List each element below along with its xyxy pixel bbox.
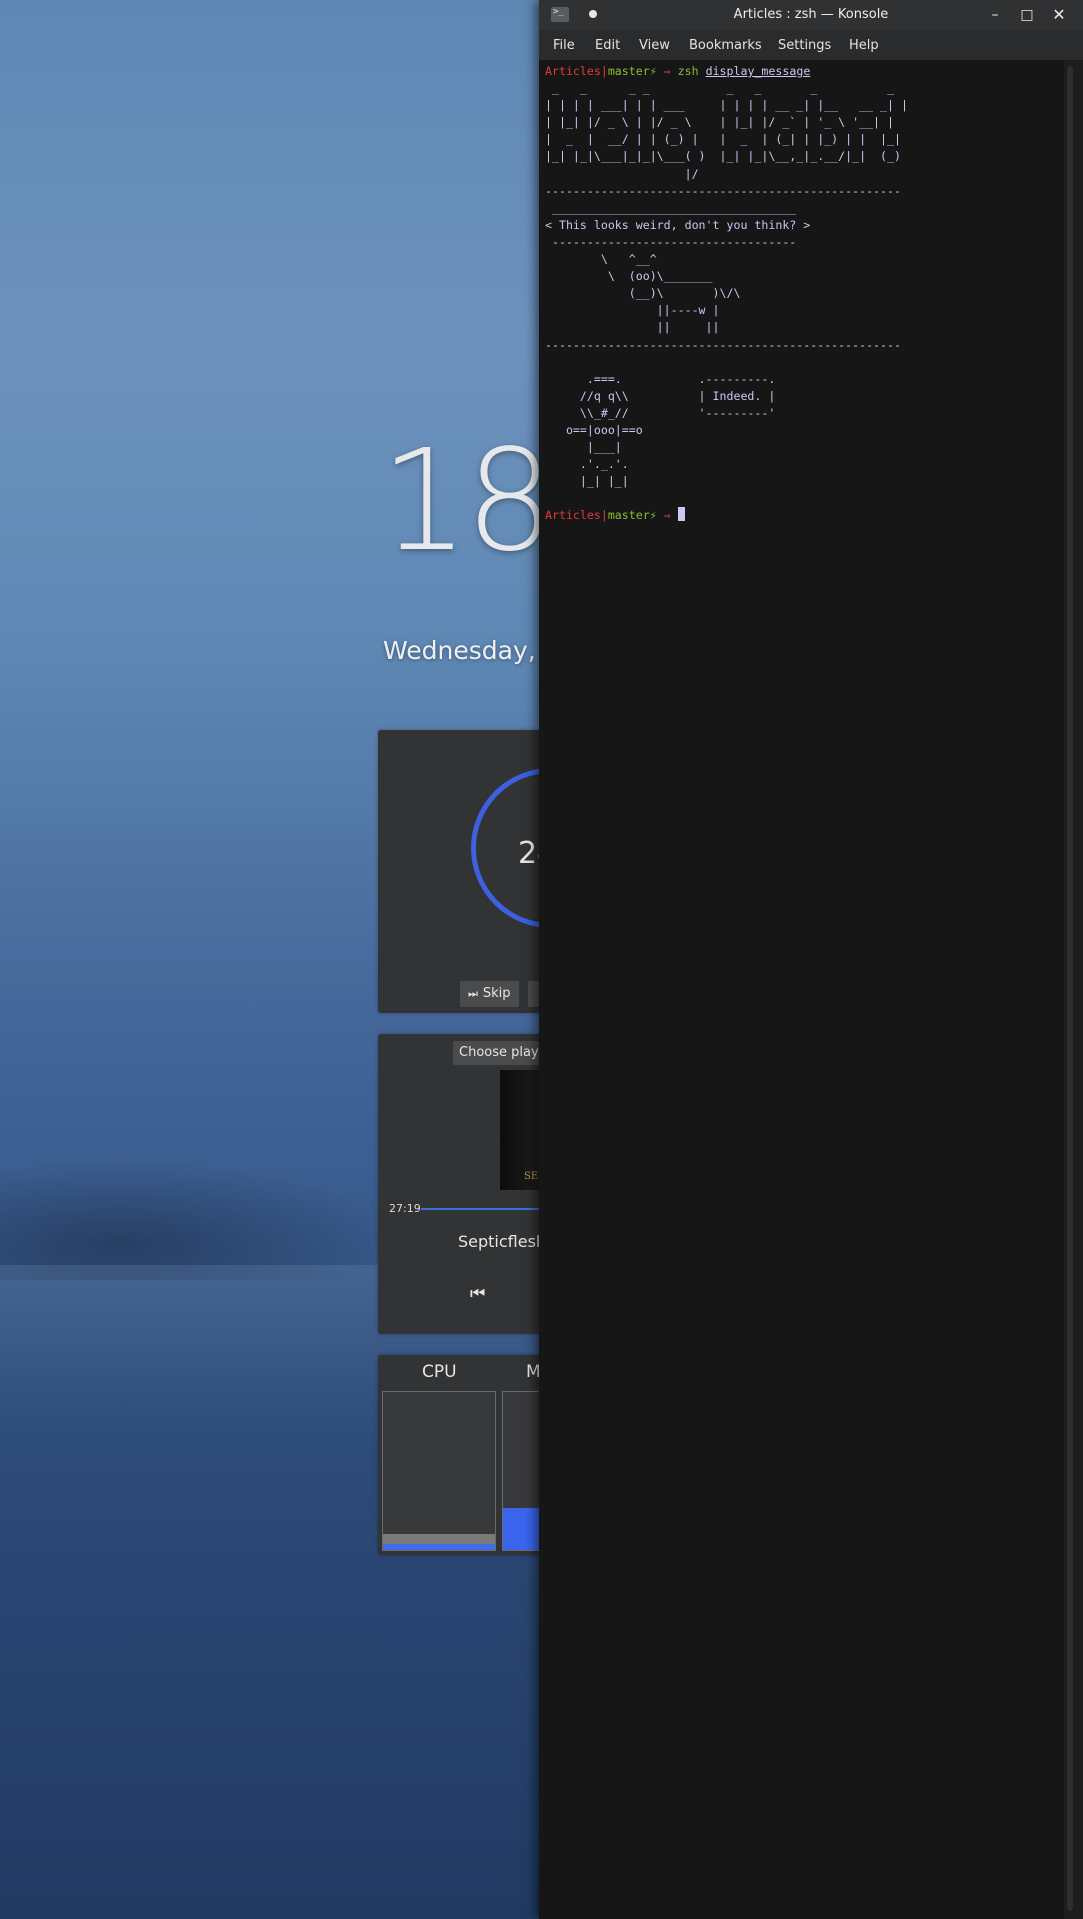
elapsed-time: 27:19 bbox=[389, 1202, 421, 1215]
minimize-icon[interactable]: – bbox=[985, 5, 1005, 25]
cpu-label: CPU bbox=[422, 1362, 457, 1382]
menu-view[interactable]: View bbox=[639, 38, 670, 53]
prompt-line: Articles|master⚡ ⇒ zsh display_message bbox=[545, 64, 810, 78]
previous-track-icon[interactable]: ⏮ bbox=[470, 1284, 485, 1304]
terminal-area[interactable]: Articles|master⚡ ⇒ zsh display_message _… bbox=[539, 60, 1064, 1919]
cpu-usage-fill bbox=[383, 1544, 495, 1550]
skip-icon: ⏭ bbox=[468, 987, 478, 1000]
menu-bookmarks[interactable]: Bookmarks bbox=[689, 38, 762, 53]
wallpaper-treeline bbox=[0, 1160, 400, 1280]
menu-settings[interactable]: Settings bbox=[778, 38, 831, 53]
lockscreen-date: Wednesday, bbox=[383, 636, 536, 665]
track-progress-bar[interactable] bbox=[421, 1208, 541, 1210]
menu-edit[interactable]: Edit bbox=[595, 38, 620, 53]
scrollbar-thumb[interactable] bbox=[1067, 66, 1073, 1911]
konsole-window: >_ Articles : zsh — Konsole – □ ✕ File E… bbox=[539, 0, 1083, 1919]
maximize-icon[interactable]: □ bbox=[1017, 5, 1037, 25]
text-cursor bbox=[677, 507, 685, 522]
menu-help[interactable]: Help bbox=[849, 38, 879, 53]
menu-file[interactable]: File bbox=[553, 38, 575, 53]
menubar: File Edit View Bookmarks Settings Help bbox=[539, 30, 1083, 60]
prompt-arrow: ⇒ bbox=[656, 508, 678, 523]
prompt-dir: Articles bbox=[545, 64, 601, 78]
prompt-separator: | bbox=[600, 508, 608, 523]
prompt-dir: Articles bbox=[545, 508, 601, 523]
prompt-command: zsh bbox=[677, 64, 699, 78]
command-output: _ _ _ _ _ _ _ _ | | | | ___| | | ___ | |… bbox=[545, 81, 908, 489]
prompt-argument: display_message bbox=[705, 64, 811, 78]
terminal-content: Articles|master⚡ ⇒ zsh display_message _… bbox=[545, 63, 908, 525]
skip-label: Skip bbox=[482, 986, 511, 1001]
skip-button[interactable]: ⏭ Skip bbox=[460, 981, 519, 1007]
cpu-usage-graph bbox=[382, 1391, 496, 1551]
prompt-branch: master⚡ bbox=[607, 64, 657, 78]
close-icon[interactable]: ✕ bbox=[1049, 5, 1069, 25]
prompt-arrow: ⇒ bbox=[656, 64, 678, 78]
prompt-separator: | bbox=[600, 64, 608, 78]
prompt-branch: master⚡ bbox=[607, 508, 657, 523]
cpu-usage-grey-band bbox=[383, 1534, 495, 1544]
window-titlebar[interactable]: >_ Articles : zsh — Konsole – □ ✕ bbox=[539, 0, 1083, 30]
prompt-line-current: Articles|master⚡ ⇒ bbox=[545, 507, 685, 523]
track-artist: Septicflesh bbox=[458, 1232, 547, 1251]
